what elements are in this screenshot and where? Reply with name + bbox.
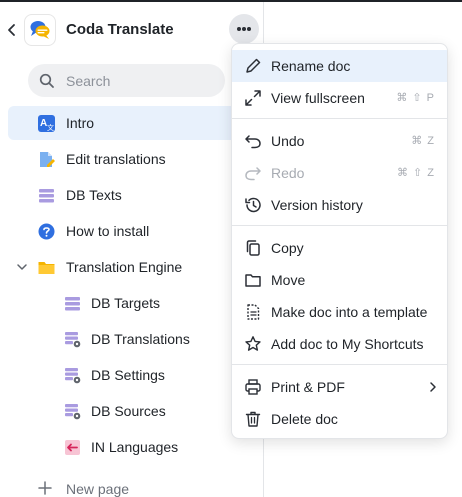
search-input[interactable]	[66, 64, 216, 97]
menu-item-delete-doc[interactable]: Delete doc	[232, 403, 447, 435]
app-logo	[24, 14, 56, 46]
svg-text:文: 文	[47, 123, 54, 132]
menu-item-label: Delete doc	[271, 411, 338, 427]
template-icon	[247, 304, 260, 320]
document-edit-icon	[40, 152, 55, 167]
menu-item-label: Move	[271, 272, 306, 288]
new-page-button[interactable]: New page	[38, 479, 218, 497]
menu-item-label: View fullscreen	[271, 90, 365, 106]
sidebar-item-intro[interactable]: A 文 Intro	[8, 106, 263, 140]
search-icon	[39, 73, 54, 88]
trash-icon	[245, 411, 261, 427]
table-gear-icon	[65, 368, 81, 384]
menu-item-label: Make doc into a template	[271, 304, 428, 320]
sidebar-item-label: IN Languages	[91, 439, 179, 455]
copy-icon	[246, 240, 260, 256]
menu-item-copy[interactable]: Copy	[232, 232, 447, 264]
menu-item-make-template[interactable]: Make doc into a template	[232, 296, 447, 328]
sidebar-item-how-to-install[interactable]: How to install	[8, 214, 263, 248]
input-arrow-icon	[65, 440, 80, 455]
menu-item-view-fullscreen[interactable]: View fullscreen ⌘ ⇧ P	[232, 82, 447, 114]
question-icon	[38, 223, 55, 240]
sidebar-item-db-sources[interactable]: DB Sources	[8, 394, 263, 428]
menu-divider	[232, 225, 447, 226]
sidebar-item-translation-engine[interactable]: Translation Engine	[8, 250, 263, 284]
folder-outline-icon	[245, 274, 261, 287]
sidebar-item-label: Intro	[66, 115, 95, 131]
dot-icon	[242, 27, 246, 31]
sidebar-item-label: Translation Engine	[66, 259, 183, 275]
menu-item-label: Redo	[271, 165, 305, 181]
menu-item-undo[interactable]: Undo ⌘ Z	[232, 125, 447, 157]
menu-item-label: Undo	[271, 133, 305, 149]
plus-icon	[38, 481, 52, 495]
sidebar-item-db-texts[interactable]: DB Texts	[8, 178, 263, 212]
translate-icon: A 文	[38, 115, 55, 132]
undo-icon	[245, 135, 261, 149]
menu-item-add-shortcut[interactable]: Add doc to My Shortcuts	[232, 328, 447, 360]
doc-options-menu: Rename doc View fullscreen ⌘ ⇧ P Undo ⌘ …	[231, 43, 448, 439]
star-icon	[245, 336, 261, 351]
table-gear-icon	[65, 404, 81, 420]
menu-item-label: Copy	[271, 240, 304, 256]
history-icon	[245, 197, 261, 213]
menu-item-label: Add doc to My Shortcuts	[271, 336, 424, 352]
pencil-icon	[246, 58, 261, 73]
menu-divider	[232, 364, 447, 365]
chevron-right-icon	[430, 382, 436, 392]
menu-item-label: Rename doc	[271, 58, 351, 74]
sidebar-item-label: DB Settings	[91, 367, 165, 383]
doc-title[interactable]: Coda Translate	[66, 21, 174, 38]
menu-item-label: Print & PDF	[271, 379, 345, 395]
sidebar-item-db-translations[interactable]: DB Translations	[8, 322, 263, 356]
folder-icon	[38, 262, 55, 274]
dot-icon	[237, 27, 241, 31]
expand-icon	[245, 90, 261, 106]
menu-item-version-history[interactable]: Version history	[232, 189, 447, 221]
printer-icon	[245, 379, 261, 395]
table-gear-icon	[65, 332, 81, 348]
chat-bubbles-icon	[30, 21, 50, 39]
menu-item-rename-doc[interactable]: Rename doc	[232, 50, 447, 82]
sidebar-item-label: How to install	[66, 223, 150, 239]
shortcut-hint: ⌘ ⇧ P	[396, 92, 435, 104]
sidebar-item-label: DB Texts	[66, 187, 122, 203]
dot-icon	[247, 27, 251, 31]
sidebar-item-edit-translations[interactable]: Edit translations	[8, 142, 263, 176]
menu-item-print-pdf[interactable]: Print & PDF	[232, 371, 447, 403]
table-icon	[39, 189, 54, 203]
sidebar-item-label: DB Translations	[91, 331, 190, 347]
menu-item-label: Version history	[271, 197, 363, 213]
chevron-down-icon[interactable]	[16, 261, 28, 273]
sidebar-item-label: Edit translations	[66, 151, 166, 167]
sidebar: Coda Translate A 文 Intro Edit translatio…	[0, 2, 263, 497]
menu-item-redo: Redo ⌘ ⇧ Z	[232, 157, 447, 189]
search-box[interactable]	[28, 64, 225, 97]
menu-divider	[232, 118, 447, 119]
new-page-label: New page	[66, 481, 130, 497]
redo-icon	[245, 167, 261, 181]
sidebar-item-db-targets[interactable]: DB Targets	[8, 286, 263, 320]
menu-item-move[interactable]: Move	[232, 264, 447, 296]
shortcut-hint: ⌘ ⇧ Z	[396, 167, 435, 179]
chevron-left-icon[interactable]	[6, 22, 18, 38]
sidebar-item-label: DB Sources	[91, 403, 166, 419]
table-icon	[65, 297, 80, 311]
sidebar-item-db-settings[interactable]: DB Settings	[8, 358, 263, 392]
sidebar-item-label: DB Targets	[91, 295, 160, 311]
more-options-button[interactable]	[229, 14, 259, 44]
shortcut-hint: ⌘ Z	[411, 135, 435, 147]
doc-header: Coda Translate	[0, 12, 263, 48]
sidebar-item-in-languages[interactable]: IN Languages	[8, 430, 263, 464]
